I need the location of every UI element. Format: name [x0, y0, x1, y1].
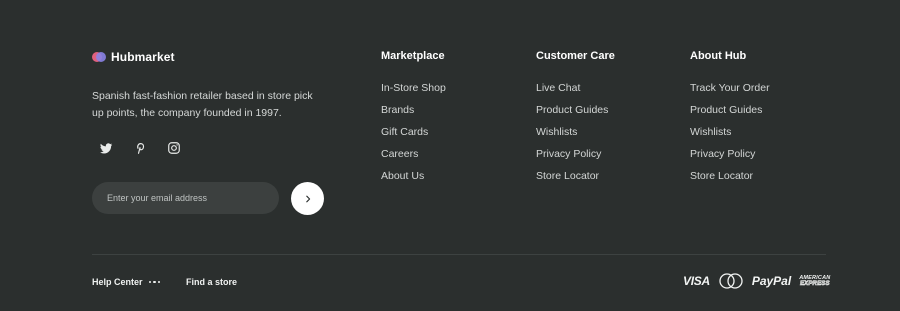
footer-link[interactable]: Wishlists [690, 126, 770, 139]
footer-link[interactable]: Wishlists [536, 126, 615, 139]
pinterest-icon[interactable] [133, 141, 147, 155]
footer-link[interactable]: Privacy Policy [536, 148, 615, 161]
footer-column-customer-care: Customer Care Live Chat Product Guides W… [536, 50, 615, 192]
more-dots-icon[interactable] [148, 280, 161, 284]
footer-link[interactable]: Gift Cards [381, 126, 446, 139]
column-title: About Hub [690, 50, 747, 62]
footer-column-about-hub: About Hub Track Your Order Product Guide… [690, 50, 770, 192]
twitter-icon[interactable] [99, 141, 113, 155]
newsletter-submit-button[interactable] [291, 182, 324, 215]
find-a-store-link[interactable]: Find a store [186, 277, 237, 287]
hubmarket-logo-icon [92, 52, 106, 62]
footer-link[interactable]: Store Locator [536, 170, 615, 183]
footer-link[interactable]: Privacy Policy [690, 148, 770, 161]
instagram-icon[interactable] [167, 141, 181, 155]
mastercard-logo [719, 273, 743, 289]
visa-logo: VISA [683, 274, 710, 288]
column-title: Customer Care [536, 50, 615, 62]
footer-link[interactable]: Store Locator [690, 170, 770, 183]
footer-link[interactable]: About Us [381, 170, 446, 183]
column-title: Marketplace [381, 50, 445, 62]
footer-link[interactable]: Brands [381, 104, 446, 117]
footer-link[interactable]: Careers [381, 148, 446, 161]
site-footer: Hubmarket Spanish fast-fashion retailer … [0, 0, 900, 311]
newsletter-email-input[interactable] [92, 182, 279, 214]
paypal-logo: PayPal [751, 274, 792, 288]
brand-description: Spanish fast-fashion retailer based in s… [92, 90, 313, 119]
help-center-link[interactable]: Help Center [92, 277, 143, 287]
brand[interactable]: Hubmarket [92, 50, 175, 64]
payment-methods: VISA PayPal AMERICAN EXPRESS [683, 273, 830, 289]
footer-link[interactable]: In-Store Shop [381, 82, 446, 95]
footer-divider [92, 254, 826, 255]
social-links [99, 141, 181, 155]
chevron-right-icon [305, 195, 310, 202]
brand-name: Hubmarket [111, 50, 175, 64]
footer-link[interactable]: Live Chat [536, 82, 615, 95]
bottom-links: Help Center Find a store [92, 277, 237, 287]
footer-link[interactable]: Product Guides [690, 104, 770, 117]
footer-link[interactable]: Track Your Order [690, 82, 770, 95]
amex-logo: AMERICAN EXPRESS [799, 275, 830, 287]
footer-column-marketplace: Marketplace In-Store Shop Brands Gift Ca… [381, 50, 446, 192]
amex-line-2: EXPRESS [799, 281, 830, 288]
footer-link[interactable]: Product Guides [536, 104, 615, 117]
